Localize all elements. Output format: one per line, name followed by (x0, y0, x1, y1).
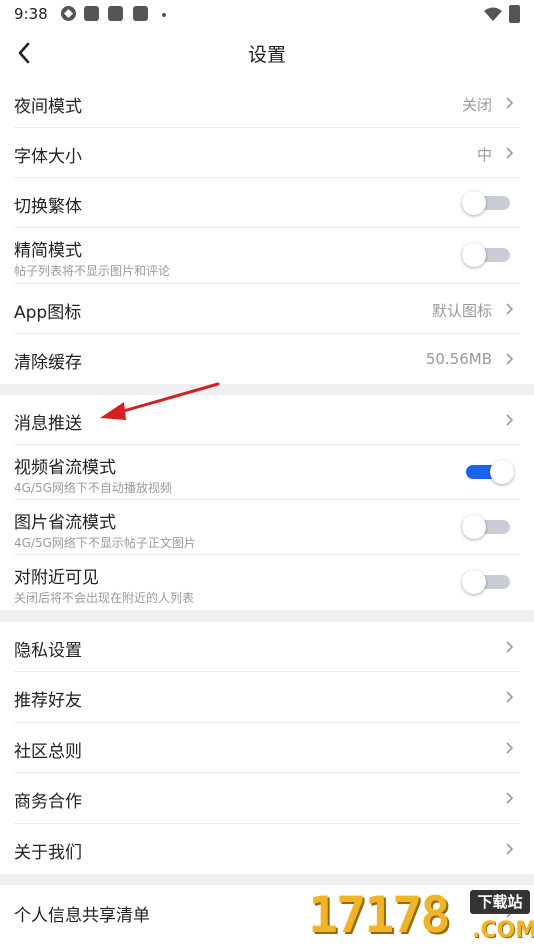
row-label: 夜间模式 (14, 97, 82, 117)
traditional-chinese-toggle[interactable] (462, 191, 514, 215)
row-label: App图标 (14, 303, 82, 323)
chevron-right-icon (506, 742, 514, 754)
row-label: 对附近可见 (14, 568, 99, 588)
image-data-saver-toggle[interactable] (462, 515, 514, 539)
setting-row-visible-nearby: 对附近可见 关闭后将不会出现在附近的人列表 (0, 555, 534, 610)
setting-row-community-rules[interactable]: 社区总则 (0, 723, 534, 773)
header: 设置 (0, 28, 534, 78)
row-label: 关于我们 (14, 843, 82, 863)
page-title: 设置 (247, 44, 286, 66)
section-separator (0, 384, 534, 395)
setting-row-push-notifications[interactable]: 消息推送 (0, 395, 534, 445)
setting-row-video-data-saver: 视频省流模式 4G/5G网络下不自动播放视频 (0, 445, 534, 500)
chevron-right-icon (506, 303, 514, 315)
row-value: 中 (476, 146, 492, 164)
row-label: 切换繁体 (14, 197, 82, 217)
watermark-badge: 下载站 (470, 890, 530, 914)
row-description: 4G/5G网络下不显示帖子正文图片 (14, 536, 196, 550)
setting-row-night-mode[interactable]: 夜间模式 关闭 (0, 78, 534, 128)
row-label: 社区总则 (14, 742, 82, 762)
chevron-right-icon (506, 353, 514, 365)
chevron-right-icon (506, 691, 514, 703)
chevron-right-icon (506, 414, 514, 426)
annotation-arrow-icon (100, 382, 220, 420)
row-label: 视频省流模式 (14, 458, 116, 478)
setting-row-font-size[interactable]: 字体大小 中 (0, 128, 534, 178)
vpn-icon (61, 6, 76, 21)
row-description: 关闭后将不会出现在附近的人列表 (14, 591, 195, 605)
row-label: 清除缓存 (14, 353, 82, 373)
row-value: 关闭 (461, 96, 492, 114)
row-label: 精简模式 (14, 241, 82, 261)
setting-row-about-us[interactable]: 关于我们 (0, 824, 534, 874)
row-label: 个人信息共享清单 (14, 906, 150, 926)
row-description: 帖子列表将不显示图片和评论 (14, 264, 171, 278)
lite-mode-toggle[interactable] (462, 243, 514, 267)
row-label: 推荐好友 (14, 691, 82, 711)
notification-icon (133, 6, 148, 21)
status-time: 9:38 (14, 5, 48, 23)
row-label: 图片省流模式 (14, 513, 116, 533)
setting-row-business[interactable]: 商务合作 (0, 773, 534, 824)
wifi-icon (484, 7, 502, 21)
row-label: 字体大小 (14, 147, 82, 167)
row-label: 隐私设置 (14, 641, 82, 661)
setting-row-clear-cache[interactable]: 清除缓存 50.56MB (0, 334, 534, 384)
setting-row-recommend-friends[interactable]: 推荐好友 (0, 672, 534, 723)
battery-icon (509, 5, 520, 23)
chevron-right-icon (506, 641, 514, 653)
setting-row-app-icon[interactable]: App图标 默认图标 (0, 284, 534, 334)
visible-nearby-toggle[interactable] (462, 570, 514, 594)
notification-icon (108, 6, 123, 21)
row-value: 默认图标 (431, 302, 492, 320)
setting-row-lite-mode: 精简模式 帖子列表将不显示图片和评论 (0, 228, 534, 284)
chevron-right-icon (506, 97, 514, 109)
watermark-logo: 17178 下载站 .COM (304, 884, 534, 950)
row-label: 商务合作 (14, 792, 82, 812)
row-value: 50.56MB (425, 350, 492, 368)
more-notifications-icon (162, 13, 166, 17)
setting-row-image-data-saver: 图片省流模式 4G/5G网络下不显示帖子正文图片 (0, 500, 534, 555)
chevron-right-icon (506, 147, 514, 159)
setting-row-traditional-chinese: 切换繁体 (0, 178, 534, 228)
watermark-suffix: .COM (472, 918, 534, 943)
row-description: 4G/5G网络下不自动播放视频 (14, 481, 172, 495)
section-separator (0, 610, 534, 622)
chevron-right-icon (506, 792, 514, 804)
video-data-saver-toggle[interactable] (462, 460, 514, 484)
row-label: 消息推送 (14, 414, 82, 434)
notification-icon (84, 6, 99, 21)
watermark-digits: 17178 (308, 886, 451, 944)
status-bar: 9:38 (0, 0, 534, 28)
setting-row-privacy[interactable]: 隐私设置 (0, 622, 534, 672)
chevron-right-icon (506, 843, 514, 855)
